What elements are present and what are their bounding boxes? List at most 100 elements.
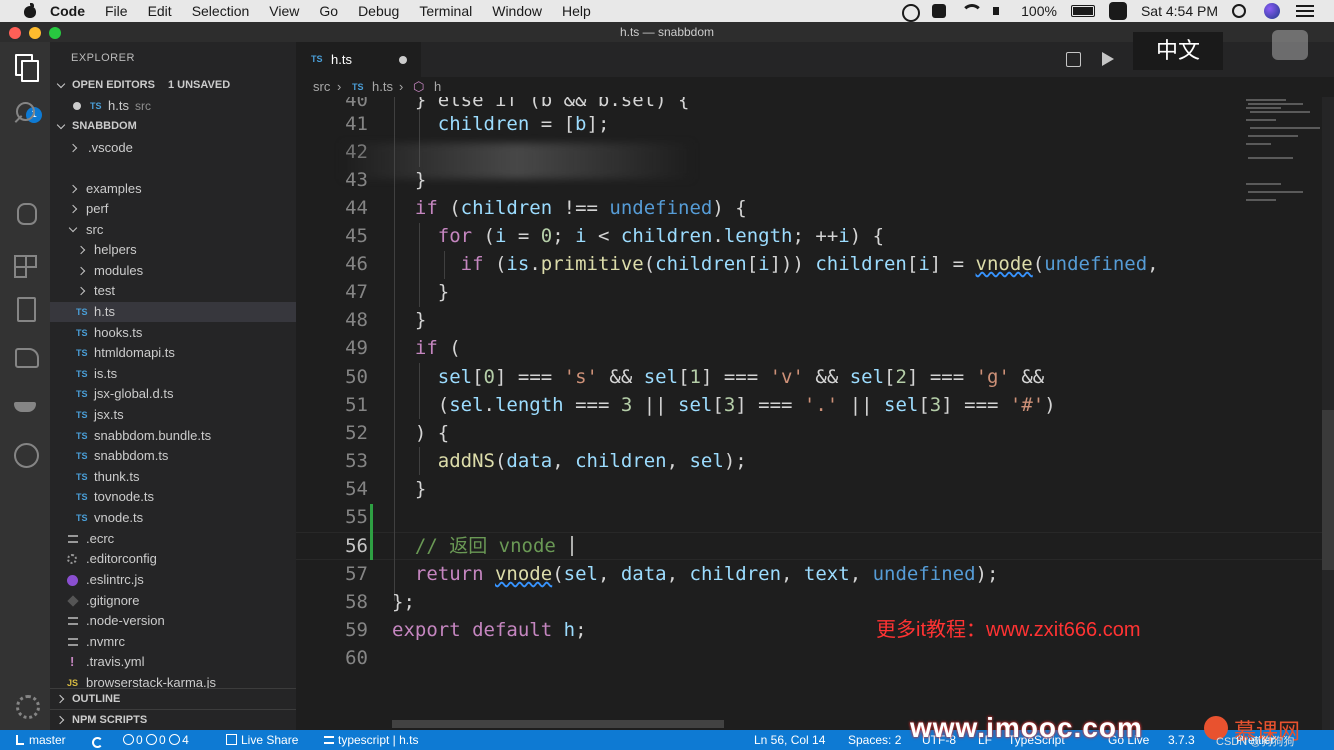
tree-file-gitignore[interactable]: .gitignore (50, 591, 296, 611)
tree-file-htmldomapi-ts[interactable]: TS htmldomapi.ts (50, 343, 296, 363)
menu-terminal[interactable]: Terminal (419, 3, 472, 19)
menu-selection[interactable]: Selection (192, 3, 250, 19)
tree-file-ecrc[interactable]: .ecrc (50, 529, 296, 549)
branch-indicator[interactable]: master (16, 730, 66, 750)
activity-bar: 1 (0, 42, 50, 730)
vertical-scrollbar-thumb[interactable] (1322, 410, 1334, 570)
tree-file-thunk-ts[interactable]: TS thunk.ts (50, 467, 296, 487)
minimize-window-button[interactable] (29, 27, 41, 39)
git-graph-icon[interactable] (11, 440, 39, 468)
grid-app-icon[interactable] (931, 4, 947, 18)
cursor-position[interactable]: Ln 56, Col 14 (754, 730, 825, 750)
search-icon[interactable] (11, 100, 39, 128)
code-line: // 返回 vnode (392, 535, 556, 557)
code-token: 0 (483, 366, 495, 388)
tree-file-jsx-global-d-ts[interactable]: TS jsx-global.d.ts (50, 384, 296, 404)
spotlight-search-icon[interactable] (1232, 4, 1246, 18)
outline-section[interactable]: OUTLINE (50, 688, 296, 708)
tree-folder-test[interactable]: test (50, 281, 296, 301)
unsaved-dot-icon[interactable] (399, 56, 407, 64)
logo-watermark-icon (1272, 30, 1308, 60)
line-number: 41 (345, 113, 368, 135)
menu-view[interactable]: View (269, 3, 299, 19)
language-service-indicator[interactable]: typescript | h.ts (324, 730, 418, 750)
volume-icon[interactable] (991, 4, 1007, 18)
line-number: 57 (345, 563, 368, 585)
menu-file[interactable]: File (105, 3, 128, 19)
tree-file-is-ts[interactable]: TS is.ts (50, 364, 296, 384)
maximize-window-button[interactable] (49, 27, 61, 39)
breadcrumb-symbol[interactable]: h (434, 77, 441, 97)
unsaved-dot-icon[interactable] (73, 102, 81, 110)
problems-indicator[interactable]: 0 0 4 (123, 730, 189, 750)
tree-file-eslintrc[interactable]: .eslintrc.js (50, 570, 296, 590)
tree-label: tovnode.ts (94, 489, 154, 504)
menu-app-name[interactable]: Code (50, 3, 85, 19)
tree-file-editorconfig[interactable]: .editorconfig (50, 549, 296, 569)
tree-file-vnode-ts[interactable]: TS vnode.ts (50, 508, 296, 528)
battery-icon[interactable] (1070, 5, 1095, 17)
tree-label: modules (94, 263, 144, 278)
npm-scripts-section[interactable]: NPM SCRIPTS (50, 709, 296, 729)
tree-file-hooks-ts[interactable]: TS hooks.ts (50, 323, 296, 343)
minimap-line (1248, 157, 1293, 159)
indentation[interactable]: Spaces: 2 (848, 730, 901, 750)
tree-file-node-version[interactable]: .node-version (50, 611, 296, 631)
explorer-icon[interactable] (11, 52, 39, 82)
tree-folder-perf[interactable]: perf (50, 199, 296, 219)
tree-label: snabbdom.ts (94, 448, 169, 463)
tree-file-snabbdom-ts[interactable]: TS snabbdom.ts (50, 446, 296, 466)
open-editor-item[interactable]: TS h.ts src (50, 96, 296, 116)
tree-label: jsx.ts (94, 407, 124, 422)
breadcrumb-folder[interactable]: src (313, 77, 330, 97)
record-icon[interactable] (901, 4, 921, 22)
tree-file-jsx-ts[interactable]: TS jsx.ts (50, 405, 296, 425)
chevron-down-icon (68, 223, 78, 233)
horizontal-scrollbar-thumb[interactable] (392, 720, 724, 728)
tree-folder-src[interactable]: src (50, 220, 296, 240)
deploy-icon[interactable] (11, 342, 39, 370)
debug-icon[interactable] (11, 198, 39, 226)
sync-icon[interactable] (92, 734, 103, 750)
s-app-icon[interactable] (1108, 2, 1127, 20)
breadcrumb-file[interactable]: h.ts (372, 77, 393, 97)
live-share-label: Live Share (241, 733, 299, 747)
tree-file-snabbdom-bundle-ts[interactable]: TS snabbdom.bundle.ts (50, 426, 296, 446)
open-editors-section[interactable]: OPEN EDITORS 1 UNSAVED (50, 75, 296, 95)
remote-explorer-icon[interactable] (11, 294, 39, 322)
live-share-icon (226, 734, 237, 745)
tree-file-nvmrc[interactable]: .nvmrc (50, 632, 296, 652)
code-editor[interactable]: 40 } else if (b && b.sel) { 41 children … (296, 97, 1334, 730)
code-token: length (723, 225, 793, 247)
extensions-icon[interactable] (11, 247, 39, 275)
tab-h-ts[interactable]: TS h.ts (296, 42, 421, 77)
project-section[interactable]: SNABBDOM (50, 116, 296, 136)
settings-gear-icon[interactable] (11, 690, 40, 719)
run-icon[interactable] (1098, 50, 1116, 68)
minimap-line (1250, 127, 1320, 129)
notification-center-icon[interactable] (1296, 5, 1314, 17)
tree-folder-modules[interactable]: modules (50, 261, 296, 281)
code-token: children (655, 253, 747, 275)
siri-icon[interactable] (1264, 3, 1280, 19)
close-window-button[interactable] (9, 27, 21, 39)
clock[interactable]: Sat 4:54 PM (1141, 3, 1218, 19)
tree-folder-examples[interactable]: examples (50, 179, 296, 199)
menu-window[interactable]: Window (492, 3, 542, 19)
menu-help[interactable]: Help (562, 3, 591, 19)
menu-edit[interactable]: Edit (148, 3, 172, 19)
typescript-version[interactable]: 3.7.3 (1168, 730, 1195, 750)
minimap[interactable] (1244, 97, 1324, 217)
apple-icon[interactable] (22, 3, 38, 19)
menu-go[interactable]: Go (319, 3, 338, 19)
live-share-button[interactable]: Live Share (226, 730, 298, 750)
tree-folder-helpers[interactable]: helpers (50, 240, 296, 260)
open-changes-icon[interactable] (1064, 50, 1082, 68)
tree-folder-vscode[interactable]: .vscode (50, 138, 296, 158)
menu-debug[interactable]: Debug (358, 3, 399, 19)
tree-file-tovnode-ts[interactable]: TS tovnode.ts (50, 487, 296, 507)
tree-file-travis-yml[interactable]: ! .travis.yml (50, 652, 296, 672)
wifi-icon[interactable] (961, 4, 984, 18)
docker-icon[interactable] (11, 392, 39, 420)
tree-file-h-ts[interactable]: TS h.ts (50, 302, 296, 322)
